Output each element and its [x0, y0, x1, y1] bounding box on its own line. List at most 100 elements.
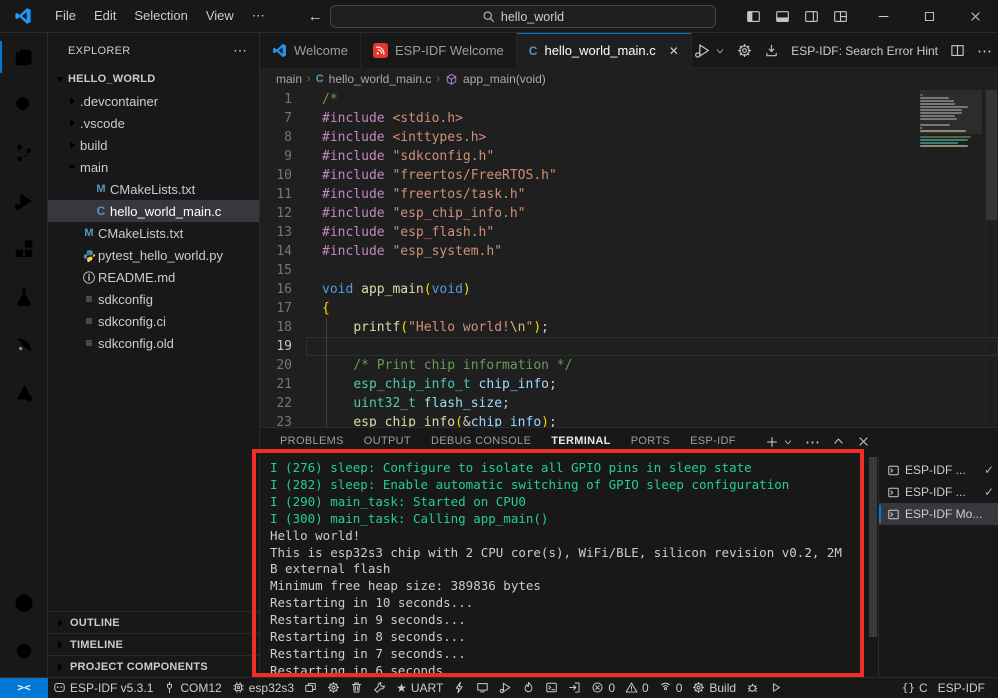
tree-item-main[interactable]: main — [48, 156, 259, 178]
status-remote-indicator[interactable]: >< — [0, 678, 48, 698]
status-idf-terminal[interactable] — [540, 678, 563, 698]
tree-item-README.md[interactable]: ⓘREADME.md — [48, 266, 259, 288]
status-menuconfig[interactable] — [368, 678, 391, 698]
activity-search-icon[interactable] — [0, 81, 48, 129]
status-serial-port[interactable]: COM12 — [158, 678, 226, 698]
close-button[interactable] — [952, 0, 998, 33]
tree-item-pytest_hello_world.py[interactable]: pytest_hello_world.py — [48, 244, 259, 266]
tree-item-hello_world_main.c[interactable]: Chello_world_main.c — [48, 200, 259, 222]
activity-run-debug-icon[interactable] — [0, 177, 48, 225]
customize-layout-icon[interactable] — [833, 9, 848, 24]
terminal-list: ESP-IDF ...✓ ESP-IDF ...✓ ESP-IDF Mo... — [878, 455, 998, 677]
terminal-list-item[interactable]: ESP-IDF ...✓ — [879, 481, 998, 503]
activity-account-icon[interactable] — [0, 579, 48, 627]
terminal-list-item[interactable]: ESP-IDF ...✓ — [879, 459, 998, 481]
maximize-panel-icon[interactable] — [832, 435, 845, 448]
tree-item-CMakeLists.txt[interactable]: MCMakeLists.txt — [48, 178, 259, 200]
activity-source-control-icon[interactable] — [0, 129, 48, 177]
more-actions-icon[interactable]: ⋯ — [977, 42, 992, 60]
run-dropdown-chevron-icon[interactable] — [715, 46, 725, 56]
section-project-components[interactable]: PROJECT COMPONENTS — [48, 655, 259, 677]
toggle-sidebar-icon[interactable] — [746, 9, 761, 24]
tree-item-.vscode[interactable]: .vscode — [48, 112, 259, 134]
minimize-button[interactable] — [860, 0, 906, 33]
section-timeline[interactable]: TIMELINE — [48, 633, 259, 655]
activity-settings-icon[interactable] — [0, 627, 48, 675]
tab-hello-world-main-c[interactable]: Chello_world_main.c ✕ — [517, 33, 692, 68]
status-current-task[interactable]: Build — [687, 678, 741, 698]
panel-more-icon[interactable]: ⋯ — [805, 433, 820, 451]
activity-esp-idf-explorer-icon[interactable] — [0, 369, 48, 417]
status-run-task[interactable] — [764, 678, 787, 698]
tree-item-sdkconfig[interactable]: ≡sdkconfig — [48, 288, 259, 310]
status-flash-device[interactable] — [448, 678, 471, 698]
code-editor[interactable]: 1/* 7#include <stdio.h> 8#include <intty… — [260, 90, 998, 427]
menu-File[interactable]: File — [46, 5, 85, 27]
menu-View[interactable]: View — [197, 5, 243, 27]
breadcrumb-symbol[interactable]: app_main(void) — [463, 72, 546, 86]
status-full-clean[interactable] — [345, 678, 368, 698]
terminal-output[interactable]: I (276) sleep: Configure to isolate all … — [260, 455, 868, 677]
tree-item-CMakeLists.txt[interactable]: MCMakeLists.txt — [48, 222, 259, 244]
editor-scrollbar[interactable] — [985, 90, 998, 427]
activity-testing-icon[interactable] — [0, 273, 48, 321]
tree-item-.devcontainer[interactable]: .devcontainer — [48, 90, 259, 112]
tab-welcome[interactable]: Welcome — [260, 33, 361, 68]
command-center-search[interactable]: hello_world — [330, 5, 716, 28]
status-custom-task[interactable] — [563, 678, 586, 698]
gear-icon[interactable] — [737, 43, 752, 58]
status-esp-idf-version[interactable]: ESP-IDF v5.3.1 — [48, 678, 158, 698]
panel-tab-problems[interactable]: PROBLEMS — [272, 428, 352, 455]
status-flash-method[interactable]: ★ UART — [391, 678, 448, 698]
search-error-hint-button[interactable]: ESP-IDF: Search Error Hint — [791, 44, 938, 58]
menu-Edit[interactable]: Edit — [85, 5, 125, 27]
toggle-secondary-sidebar-icon[interactable] — [804, 9, 819, 24]
breadcrumb[interactable]: main›Chello_world_main.c›app_main(void) — [260, 68, 998, 90]
status-debug-task[interactable] — [741, 678, 764, 698]
tree-root[interactable]: HELLO_WORLD — [48, 68, 259, 90]
toggle-panel-icon[interactable] — [775, 9, 790, 24]
tab-esp-idf-welcome[interactable]: ESP-IDF Welcome — [361, 33, 517, 68]
section-outline[interactable]: OUTLINE — [48, 611, 259, 633]
status-device-target[interactable]: esp32s3 — [227, 678, 299, 698]
minimap[interactable] — [920, 90, 982, 148]
flash-download-icon[interactable] — [764, 43, 779, 58]
panel-tab-debug-console[interactable]: DEBUG CONSOLE — [423, 428, 539, 455]
explorer-more-icon[interactable]: ⋯ — [233, 42, 247, 59]
status-esp-idf-extension[interactable]: ESP-IDF — [933, 678, 990, 698]
tree-item-sdkconfig.old[interactable]: ≡sdkconfig.old — [48, 332, 259, 354]
close-panel-icon[interactable] — [857, 435, 870, 448]
activity-extensions-icon[interactable] — [0, 225, 48, 273]
status-project-folder[interactable] — [299, 678, 322, 698]
activity-explorer-icon[interactable] — [0, 33, 48, 81]
panel-tab-ports[interactable]: PORTS — [623, 428, 678, 455]
panel-tab-output[interactable]: OUTPUT — [356, 428, 419, 455]
maximize-button[interactable] — [906, 0, 952, 33]
activity-espressif-icon[interactable] — [0, 321, 48, 369]
terminal-list-item[interactable]: ESP-IDF Mo... — [879, 503, 998, 525]
status-ports-count[interactable]: 0 — [654, 678, 688, 698]
new-terminal-icon[interactable] — [765, 435, 779, 449]
nav-back-icon[interactable]: ← — [308, 8, 323, 25]
breadcrumb-folder[interactable]: main — [276, 72, 302, 86]
close-tab-icon[interactable]: ✕ — [669, 44, 679, 58]
status-debug-device[interactable] — [494, 678, 517, 698]
status-language-mode[interactable]: {} C — [897, 678, 933, 698]
tree-item-sdkconfig.ci[interactable]: ≡sdkconfig.ci — [48, 310, 259, 332]
status-warnings-count[interactable]: 0 — [620, 678, 654, 698]
menu-more[interactable]: ⋯ — [243, 5, 274, 27]
status-monitor-device[interactable] — [471, 678, 494, 698]
run-or-debug-icon[interactable] — [694, 42, 711, 59]
terminal-dropdown-chevron-icon[interactable] — [783, 437, 793, 447]
status-sdk-config[interactable] — [322, 678, 345, 698]
tree-item-build[interactable]: build — [48, 134, 259, 156]
panel-tab-terminal[interactable]: TERMINAL — [543, 428, 618, 455]
split-editor-icon[interactable] — [950, 43, 965, 58]
terminal-scrollbar[interactable] — [868, 455, 878, 677]
menu-Selection[interactable]: Selection — [125, 5, 196, 27]
status-errors-count[interactable]: 0 — [586, 678, 620, 698]
panel-tab-esp-idf[interactable]: ESP-IDF — [682, 428, 744, 455]
chevron-icon — [64, 138, 80, 152]
status-build-flash-monitor[interactable] — [517, 678, 540, 698]
breadcrumb-file[interactable]: hello_world_main.c — [329, 72, 432, 86]
